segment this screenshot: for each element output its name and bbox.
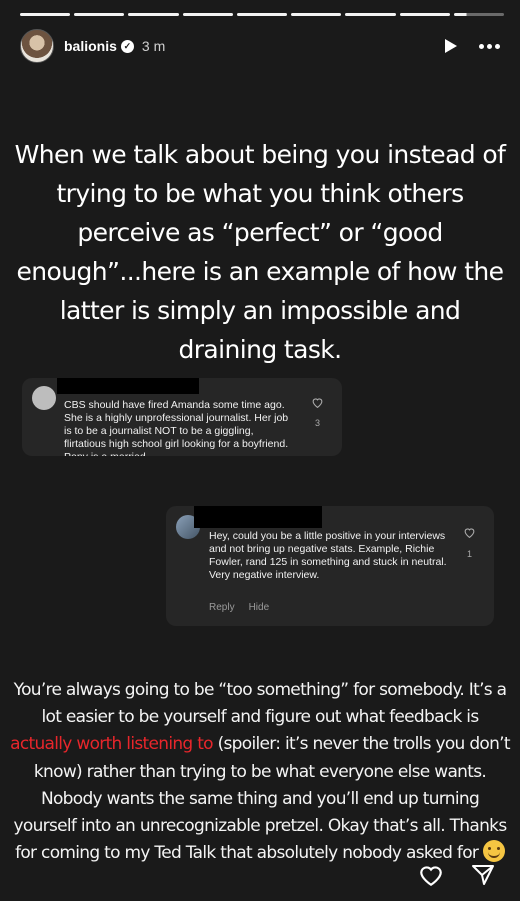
verified-badge-icon: ✓ [120,39,134,53]
progress-segment [345,13,396,16]
play-icon[interactable] [445,39,457,53]
comment-text: Hey, could you be a little positive in y… [209,530,447,581]
time-ago: 3 m [141,38,166,54]
story-header: balionis ✓ 3 m [20,28,500,64]
redacted-username [194,506,322,528]
progress-segment [236,13,288,16]
send-icon[interactable] [470,863,496,887]
avatar[interactable] [20,29,54,63]
comment-card: CBS should have fired Amanda some time a… [22,378,342,456]
story-footer [418,863,496,887]
heart-icon[interactable] [311,396,324,409]
progress-segment [74,13,125,16]
hide-button[interactable]: Hide [249,602,270,613]
like-count: 1 [467,549,473,559]
commenter-avatar [32,386,56,410]
like-count: 3 [315,418,321,428]
message-highlight: actually worth listening to [10,734,213,755]
progress-segment [291,13,342,16]
redacted-username [57,378,199,394]
reply-button[interactable]: Reply [209,602,235,613]
progress-segment-current [453,13,504,16]
username[interactable]: balionis [64,38,117,54]
message-part-1: You’re always going to be “too something… [13,680,507,728]
story-message: You’re always going to be “too something… [10,677,510,867]
comment-card: Hey, could you be a little positive in y… [166,506,494,626]
more-icon[interactable] [479,43,500,49]
heart-icon[interactable] [463,526,476,539]
progress-segment [20,13,71,16]
heart-icon[interactable] [418,863,444,887]
smiling-face-icon [482,840,505,863]
progress-segment [128,13,179,16]
story-headline: When we talk about being you instead of … [14,140,506,364]
progress-segment [399,13,450,16]
story-progress-bar [20,13,504,16]
progress-segment [182,13,233,16]
comment-text: CBS should have fired Amanda some time a… [64,399,289,456]
